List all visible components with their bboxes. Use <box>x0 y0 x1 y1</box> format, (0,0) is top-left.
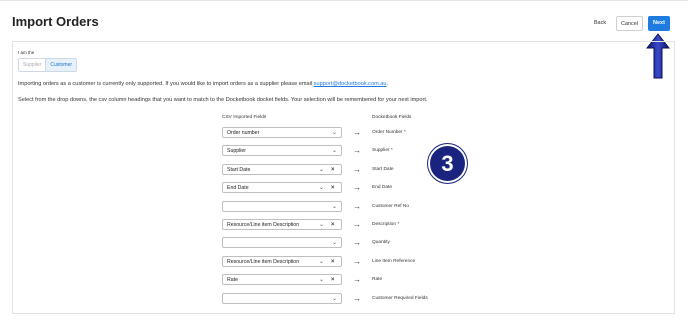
notice-message: Importing orders as a customer is curren… <box>18 81 314 87</box>
chevron-down-icon[interactable]: ⌄ <box>332 202 337 212</box>
back-button[interactable]: Back <box>588 16 612 31</box>
csv-field-value: Supplier <box>227 148 247 155</box>
docketbook-field-label: Customer Required Fields <box>372 295 428 301</box>
role-toggle: Supplier Customer <box>18 58 78 72</box>
mapping-row: ⌄ → Customer Ref No <box>0 200 688 214</box>
arrow-right-icon: → <box>353 293 361 303</box>
csv-field-select[interactable]: Supplier ⌄ <box>222 145 342 157</box>
clear-icon[interactable]: × <box>331 257 335 267</box>
chevron-down-icon[interactable]: ⌄ <box>332 128 337 138</box>
top-divider <box>0 0 688 1</box>
mapping-row: ⌄ → Customer Required Fields <box>0 292 688 306</box>
csv-field-select[interactable]: Order number ⌄ <box>222 127 342 138</box>
csv-field-value: Resource/Line item Description <box>227 258 300 265</box>
csv-field-value: End Date <box>227 185 249 192</box>
csv-field-value: Rate <box>227 277 238 284</box>
docketbook-field-label: End Date <box>372 185 393 191</box>
csv-field-select[interactable]: Rate ⌄ × <box>222 274 342 286</box>
role-supplier-option[interactable]: Supplier <box>19 59 47 71</box>
docketbook-field-label: Order Number * <box>372 130 406 135</box>
docketbook-field-label: Description * <box>372 222 400 227</box>
csv-field-select[interactable]: ⌄ <box>222 200 342 212</box>
docketbook-field-label: Supplier * <box>372 148 393 154</box>
arrow-right-icon: → <box>353 183 361 193</box>
chevron-down-icon[interactable]: ⌄ <box>319 183 324 193</box>
csv-field-value: Resource/Line item Description <box>227 222 300 228</box>
mapping-row: Supplier ⌄ → Supplier * <box>0 144 688 158</box>
notice-text: Importing orders as a customer is curren… <box>18 81 388 87</box>
csv-field-select[interactable]: ⌄ <box>222 237 342 249</box>
chevron-down-icon[interactable]: ⌄ <box>319 257 324 267</box>
mapping-row: ⌄ → Quantity <box>0 236 688 250</box>
arrow-right-icon: → <box>353 164 361 174</box>
arrow-right-icon: → <box>353 220 361 229</box>
arrow-right-icon: → <box>353 201 361 211</box>
csv-column-header: CSV Imported Fields <box>222 115 267 120</box>
arrow-right-icon: → <box>353 128 361 137</box>
mapping-row: Resource/Line item Description ⌄ × → Descrip… <box>0 218 688 232</box>
chevron-down-icon[interactable]: ⌄ <box>332 146 337 156</box>
notice-end: . <box>386 81 389 87</box>
mapping-row: End Date ⌄ × → End Date <box>0 181 688 195</box>
clear-icon[interactable]: × <box>331 165 335 175</box>
chevron-down-icon[interactable]: ⌄ <box>319 220 324 230</box>
csv-field-value: Start Date <box>227 166 251 173</box>
instructions-text: Select from the drop downs, the csv colu… <box>18 97 428 103</box>
arrow-right-icon: → <box>353 146 361 156</box>
chevron-down-icon[interactable]: ⌄ <box>319 165 324 175</box>
docketbook-field-label: Rate <box>372 277 383 283</box>
docketbook-field-label: Quantity <box>372 240 390 246</box>
csv-field-select[interactable]: ⌄ <box>222 292 342 304</box>
csv-field-select[interactable]: Resource/Line item Description ⌄ × <box>222 219 342 230</box>
docketbook-field-label: Line Item Reference <box>372 258 416 264</box>
next-button[interactable]: Next <box>648 16 670 31</box>
mapping-row: Rate ⌄ × → Rate <box>0 273 688 287</box>
clear-icon[interactable]: × <box>331 183 335 193</box>
csv-field-select[interactable]: Start Date ⌄ × <box>222 163 342 175</box>
support-email-link[interactable]: support@docketbook.com.au <box>314 81 387 87</box>
mapping-row: Start Date ⌄ × → Start Date <box>0 163 688 177</box>
docketbook-column-header: Docketbook Fields <box>372 115 412 120</box>
clear-icon[interactable]: × <box>331 275 335 285</box>
step-badge: 3 <box>430 146 465 181</box>
chevron-down-icon[interactable]: ⌄ <box>319 275 324 285</box>
docketbook-field-label: Customer Ref No <box>372 203 410 209</box>
arrow-right-icon: → <box>353 238 361 248</box>
role-label: I am the <box>18 50 35 55</box>
arrow-right-icon: → <box>353 256 361 266</box>
page-title: Import Orders <box>12 14 99 29</box>
cancel-button[interactable]: Cancel <box>616 16 643 31</box>
mapping-row: Resource/Line item Description ⌄ × → Line It… <box>0 255 688 269</box>
csv-field-select[interactable]: End Date ⌄ × <box>222 182 342 194</box>
role-customer-option[interactable]: Customer <box>46 59 77 71</box>
chevron-down-icon[interactable]: ⌄ <box>332 294 337 304</box>
clear-icon[interactable]: × <box>331 220 335 230</box>
mapping-row: Order number ⌄ → Order Number * <box>0 126 688 140</box>
arrow-right-icon: → <box>353 275 361 285</box>
docketbook-field-label: Start Date <box>372 166 394 172</box>
csv-field-value: Order number <box>227 130 260 136</box>
csv-field-select[interactable]: Resource/Line item Description ⌄ × <box>222 255 342 267</box>
chevron-down-icon[interactable]: ⌄ <box>332 238 337 248</box>
